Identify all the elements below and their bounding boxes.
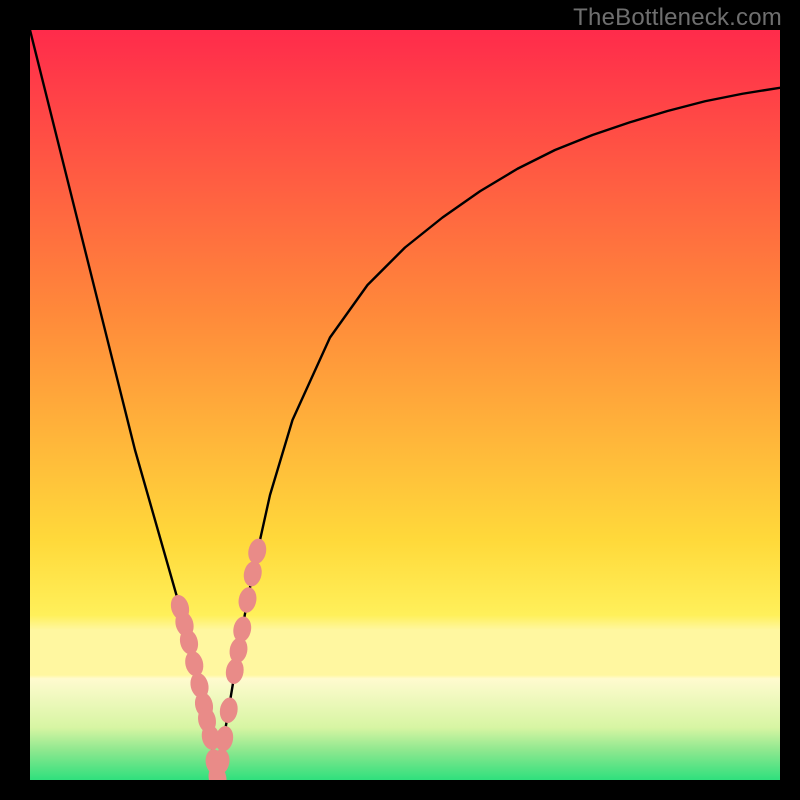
outer-frame: TheBottleneck.com bbox=[0, 0, 800, 800]
chart-svg bbox=[30, 30, 780, 780]
plot-area bbox=[30, 30, 780, 780]
gradient-background bbox=[30, 30, 780, 780]
watermark-text: TheBottleneck.com bbox=[573, 4, 782, 32]
